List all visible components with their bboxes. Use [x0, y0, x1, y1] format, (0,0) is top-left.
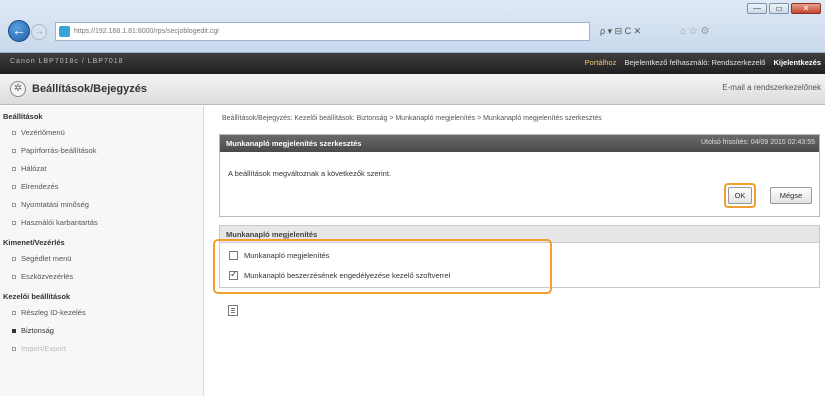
sidebar-group-admin: Kezelői beállítások	[3, 292, 71, 301]
sidebar-item-label: Nyomtatási minőség	[21, 200, 89, 209]
bullet-icon	[12, 221, 16, 226]
sidebar-item-label: Részleg ID-kezelés	[21, 308, 86, 317]
sidebar-item-utility-menu[interactable]: Segédlet menü	[0, 250, 203, 268]
sidebar-item-paper-source[interactable]: Papírforrás-beállítások	[0, 142, 203, 160]
search-refresh-icons[interactable]: ρ ▾ ⊟ C ✕	[600, 26, 641, 37]
sidebar: Beállítások Vezérlőmenü Papírforrás-beál…	[0, 106, 204, 396]
ok-highlight	[724, 183, 756, 208]
bullet-icon	[12, 167, 16, 172]
sidebar-item-department-id[interactable]: Részleg ID-kezelés	[0, 304, 203, 322]
sidebar-item-label: Használói karbantartás	[21, 218, 98, 227]
panel-header: Munkanapló megjelenítés szerkesztés Utol…	[220, 135, 819, 152]
sidebar-item-user-maintenance[interactable]: Használói karbantartás	[0, 214, 203, 232]
bullet-icon	[12, 149, 16, 154]
browser-chrome: — ▭ ✕ ← → https://192.168.1.81:8000/rps/…	[0, 0, 825, 53]
sidebar-item-network[interactable]: Hálózat	[0, 160, 203, 178]
checkbox-highlight	[213, 239, 552, 294]
sidebar-item-label: Hálózat	[21, 164, 47, 173]
page-titlebar: ✲ Beállítások/Bejegyzés E-mail a rendsze…	[0, 74, 825, 105]
device-header: Canon LBP7018c / LBP7018 Portálhoz Bejel…	[0, 53, 825, 74]
bullet-icon	[12, 185, 16, 190]
sidebar-item-label: Segédlet menü	[21, 254, 72, 263]
device-model: Canon LBP7018c / LBP7018	[10, 58, 124, 65]
sidebar-item-label: Import/Export	[21, 344, 67, 353]
sidebar-item-print-quality[interactable]: Nyomtatási minőség	[0, 196, 203, 214]
browser-toolbar-icons[interactable]: ⌂ ☆ ⚙	[672, 22, 822, 41]
close-window-button[interactable]: ✕	[791, 3, 821, 14]
bullet-icon	[12, 257, 16, 262]
cancel-button[interactable]: Mégse	[770, 187, 812, 204]
minimize-button[interactable]: —	[747, 3, 767, 14]
sidebar-item-label: Biztonság	[21, 326, 54, 335]
sidebar-item-label: Eszközvezérlés	[21, 272, 74, 281]
bullet-icon	[12, 311, 16, 316]
panel-title: Munkanapló megjelenítés szerkesztés	[226, 139, 362, 148]
sidebar-item-import-export[interactable]: Import/Export	[0, 340, 203, 358]
logged-in-user: Bejelentkező felhasználó: Rendszerkezelő	[624, 58, 766, 67]
bullet-icon	[12, 347, 16, 352]
maximize-button[interactable]: ▭	[769, 3, 789, 14]
window-controls: — ▭ ✕	[747, 3, 821, 14]
bullet-icon	[12, 275, 16, 280]
change-message: A beállítások megváltoznak a következők …	[228, 169, 392, 178]
settings-icon: ✲	[10, 81, 26, 97]
bullet-icon	[12, 203, 16, 208]
logout-link[interactable]: Kijelentkezés	[773, 58, 821, 67]
forward-button[interactable]: →	[31, 24, 47, 40]
last-update: Utolsó frissítés: 04/09 2015 02:43:55	[700, 139, 815, 146]
sidebar-item-device-control[interactable]: Eszközvezérlés	[0, 268, 203, 286]
page-top-icon[interactable]	[228, 305, 238, 316]
portal-link[interactable]: Portálhoz	[585, 58, 617, 67]
mail-admin-link[interactable]: E-mail a rendszerkezelőnek	[722, 83, 821, 92]
address-bar[interactable]: https://192.168.1.81:8000/rps/secjobloge…	[55, 22, 590, 41]
sidebar-item-layout[interactable]: Elrendezés	[0, 178, 203, 196]
back-button[interactable]: ←	[8, 20, 30, 42]
header-links: Portálhoz Bejelentkező felhasználó: Rend…	[579, 58, 821, 67]
home-star-gear-icon[interactable]: ⌂ ☆ ⚙	[680, 26, 710, 37]
bullet-icon	[12, 329, 16, 334]
sidebar-group-output: Kimenet/Vezérlés	[3, 238, 65, 247]
url-text: https://192.168.1.81:8000/rps/secjobloge…	[74, 28, 219, 35]
sidebar-item-label: Elrendezés	[21, 182, 59, 191]
sidebar-group-settings: Beállítások	[3, 112, 43, 121]
breadcrumb: Beállítások/Bejegyzés: Kezelői beállítás…	[222, 115, 602, 122]
page-title: Beállítások/Bejegyzés	[32, 83, 147, 95]
site-icon	[59, 26, 70, 37]
sidebar-item-security[interactable]: Biztonság	[0, 322, 203, 340]
sidebar-item-control-menu[interactable]: Vezérlőmenü	[0, 124, 203, 142]
sidebar-item-label: Papírforrás-beállítások	[21, 146, 97, 155]
bullet-icon	[12, 131, 16, 136]
address-tools[interactable]: ρ ▾ ⊟ C ✕	[592, 22, 670, 41]
sidebar-item-label: Vezérlőmenü	[21, 128, 65, 137]
